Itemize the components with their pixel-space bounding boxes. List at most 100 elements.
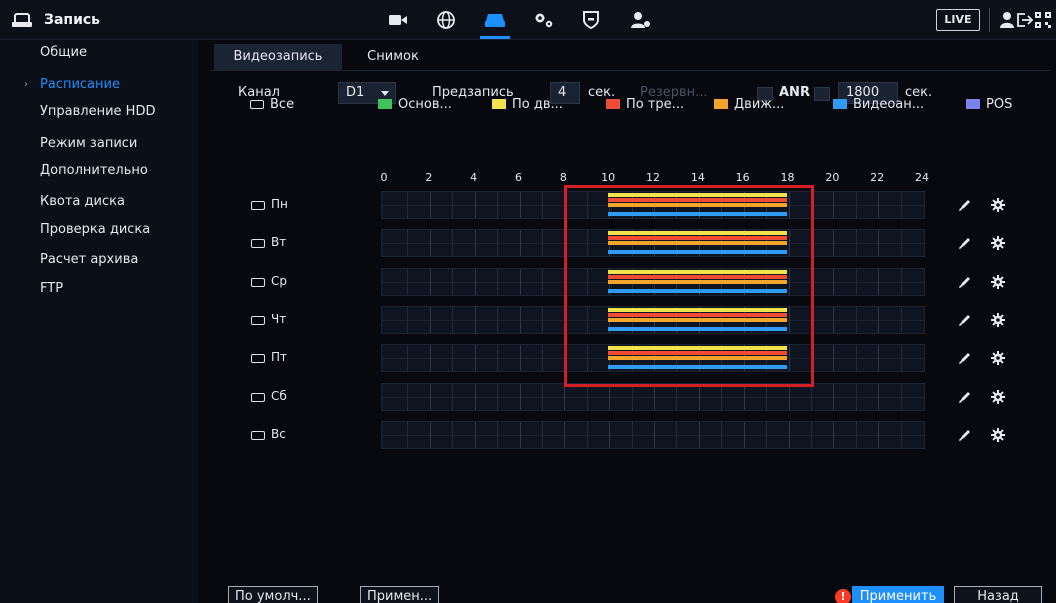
schedule-row[interactable] [381,420,925,449]
hour-gridline [519,192,521,218]
hour-gridline [519,345,521,372]
hour-gridline [609,383,611,410]
account-icon[interactable] [627,9,655,31]
hour-tick-label: 8 [559,171,567,184]
tab-divider [210,70,1050,71]
legend-item-pos[interactable]: POS [966,95,1012,113]
globe-icon[interactable] [432,9,460,31]
settings-icon[interactable] [530,9,558,31]
legend-swatch [606,99,620,109]
sidebar-item-hdd-management[interactable]: Управление HDD [0,98,198,125]
legend-item-motion[interactable]: По дв... [492,95,563,113]
day-checkbox[interactable] [251,392,265,402]
back-button[interactable]: Назад [954,586,1042,603]
sidebar-item-disk-quota[interactable]: Квота диска [0,188,198,215]
hour-gridline [654,421,655,448]
hour-gridline [474,345,476,372]
hour-tick-label: 0 [380,171,388,184]
gear-icon[interactable] [990,312,1006,328]
hour-gridline [452,345,454,372]
pencil-icon[interactable] [957,427,973,443]
hour-tick-label: 12 [646,171,660,184]
hour-gridline [900,421,902,448]
select-all-checkbox[interactable] [250,99,264,109]
hour-gridline [833,230,835,257]
tab-video-recording[interactable]: Видеозапись [214,44,342,70]
pencil-icon[interactable] [957,274,973,290]
anr-checkbox[interactable] [814,87,830,101]
sidebar: Общие › Расписание Управление HDD Режим … [0,40,198,603]
tab-snapshot[interactable]: Снимок [348,44,438,70]
sidebar-item-record-mode[interactable]: Режим записи [0,130,198,157]
pencil-icon[interactable] [957,389,973,405]
hour-gridline [609,421,611,448]
apply-button[interactable]: Применить [852,586,944,603]
hour-gridline [541,306,543,333]
legend-label: Движ... [734,96,785,112]
hour-gridline [497,306,499,333]
hour-gridline [676,421,678,448]
copy-button[interactable]: Примен... [360,586,440,603]
legend-item-general[interactable]: Основ... [378,95,452,113]
hour-gridline [900,383,902,410]
hour-gridline [519,421,521,448]
pencil-icon[interactable] [957,350,973,366]
sidebar-item-disk-check[interactable]: Проверка диска [0,216,198,243]
day-checkbox[interactable] [251,430,265,440]
pencil-icon[interactable] [957,235,973,251]
gear-icon[interactable] [990,274,1006,290]
day-label: Пн [271,197,288,211]
hour-gridline [519,268,521,295]
hour-gridline [698,383,700,410]
legend-label: По дв... [512,96,563,112]
hour-gridline [497,345,499,372]
sidebar-item-schedule[interactable]: › Расписание [0,71,198,98]
shield-icon[interactable] [577,9,605,31]
camera-icon[interactable] [384,9,412,31]
pencil-icon[interactable] [957,312,973,328]
hour-gridline [654,383,655,410]
gear-icon[interactable] [990,389,1006,405]
hour-gridline [429,345,431,372]
hour-gridline [564,421,566,448]
hour-gridline [407,421,409,448]
day-checkbox[interactable] [251,277,265,287]
sidebar-item-archive-calc[interactable]: Расчет архива [0,246,198,273]
hour-gridline [474,230,476,257]
hour-gridline [474,421,476,448]
day-checkbox[interactable] [251,354,265,364]
legend-item-movement[interactable]: Движ... [714,95,784,113]
legend-swatch [966,99,980,109]
hour-gridline [855,345,857,372]
hour-gridline [474,306,476,333]
pencil-icon[interactable] [957,197,973,213]
hour-gridline [407,192,409,218]
hour-gridline [855,268,857,295]
qr-code-icon[interactable] [1032,9,1054,31]
gear-icon[interactable] [990,197,1006,213]
sidebar-item-ftp[interactable]: FTP [0,275,198,302]
hour-gridline [788,383,790,410]
day-checkbox[interactable] [251,239,265,249]
legend-label: По тре... [626,96,685,112]
legend-item-video-analytics[interactable]: Видеоан... [833,95,924,113]
day-label: Ср [271,273,287,288]
default-button[interactable]: По умолч... [228,586,318,603]
hour-gridline [810,421,812,448]
legend-all[interactable]: Все [250,95,294,113]
hour-gridline [586,421,588,448]
gear-icon[interactable] [990,235,1006,251]
legend-item-alarm[interactable]: По тре... [606,95,684,113]
hour-gridline [833,192,835,218]
live-button[interactable]: LIVE [936,9,980,31]
day-label: Вт [271,235,287,250]
sidebar-item-general[interactable]: Общие [0,39,198,66]
sidebar-item-advanced[interactable]: Дополнительно [0,157,198,184]
day-checkbox[interactable] [251,201,265,210]
hour-gridline [878,268,880,295]
channel-select-value: D1 [346,85,365,100]
gear-icon[interactable] [990,427,1006,443]
gear-icon[interactable] [990,350,1006,366]
day-checkbox[interactable] [251,315,265,325]
storage-icon[interactable] [480,9,510,39]
